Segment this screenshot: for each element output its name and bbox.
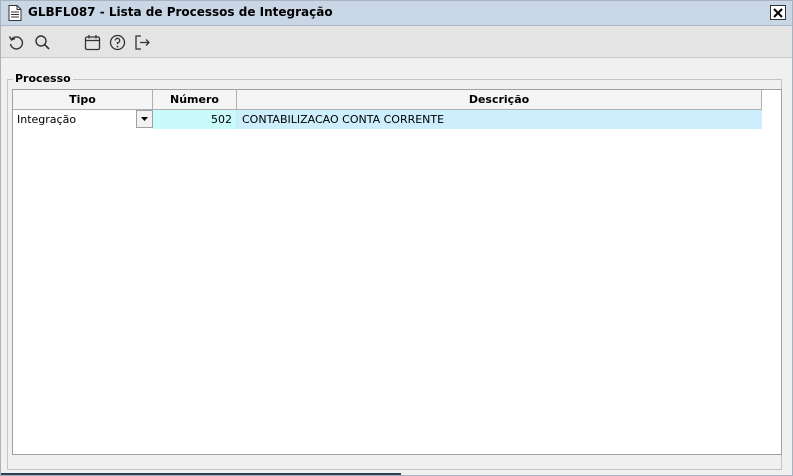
- refresh-icon: [8, 35, 23, 50]
- calendar-button[interactable]: [83, 33, 101, 51]
- close-button[interactable]: [770, 5, 786, 20]
- column-header-numero[interactable]: Número: [153, 90, 237, 109]
- refresh-button[interactable]: [7, 33, 25, 51]
- main-window: GLBFL087 - Lista de Processos de Integra…: [0, 0, 793, 476]
- tipo-value: Integração: [17, 113, 77, 126]
- search-button[interactable]: [33, 33, 51, 51]
- table-row[interactable]: Integração 502 CONTABILIZACAO CONTA CORR…: [13, 110, 762, 129]
- tipo-cell[interactable]: Integração: [13, 110, 153, 129]
- help-icon: [109, 34, 125, 50]
- help-button[interactable]: [108, 33, 126, 51]
- close-icon: [773, 7, 783, 18]
- window-title: GLBFL087 - Lista de Processos de Integra…: [28, 5, 333, 19]
- toolbar: [1, 26, 792, 58]
- chevron-down-icon: [141, 117, 148, 121]
- process-grid[interactable]: Tipo Número Descrição Integração 502 CON…: [12, 89, 782, 455]
- column-header-descricao[interactable]: Descrição: [237, 90, 762, 109]
- document-icon: [8, 5, 22, 21]
- taskbar-strip: [1, 473, 401, 475]
- content-area: Processo Tipo Número Descrição Integraçã…: [1, 58, 792, 475]
- grid-header: Tipo Número Descrição: [13, 90, 762, 110]
- column-header-tipo[interactable]: Tipo: [13, 90, 153, 109]
- tipo-dropdown-button[interactable]: [136, 110, 153, 128]
- group-legend: Processo: [13, 72, 73, 85]
- calendar-icon: [84, 34, 100, 50]
- descricao-cell[interactable]: CONTABILIZACAO CONTA CORRENTE: [237, 110, 762, 129]
- search-icon: [34, 34, 50, 50]
- exit-icon: [134, 34, 150, 50]
- exit-button[interactable]: [133, 33, 151, 51]
- title-bar: GLBFL087 - Lista de Processos de Integra…: [1, 1, 792, 26]
- numero-cell[interactable]: 502: [153, 110, 237, 129]
